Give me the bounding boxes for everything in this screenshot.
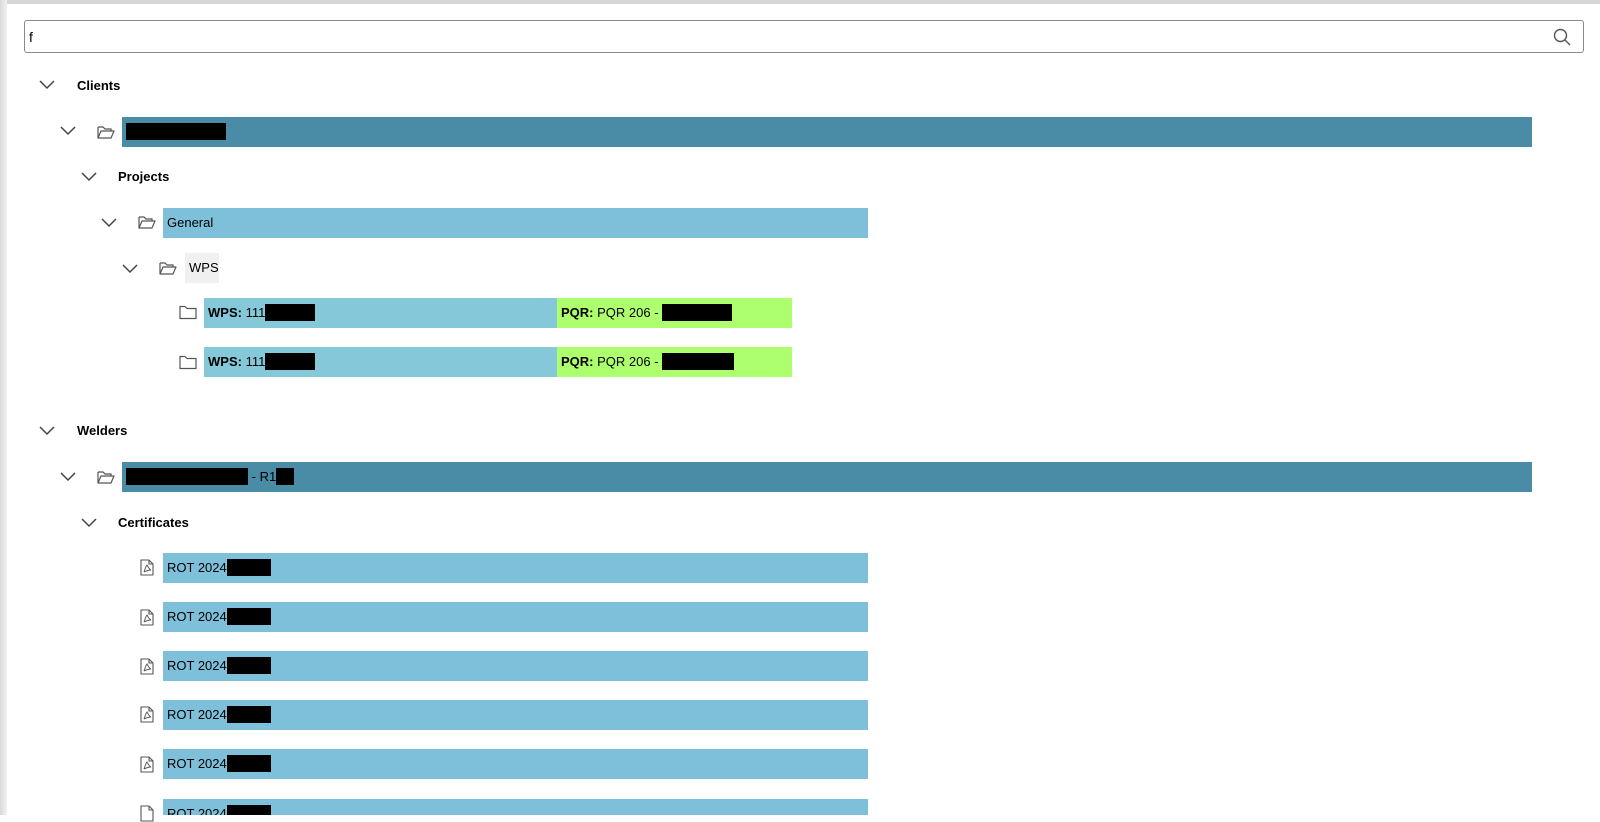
redacted-client-name: [126, 123, 226, 141]
pqr-item-row[interactable]: PQR: PQR 206 -: [557, 298, 792, 328]
chevron-down-icon[interactable]: [60, 472, 76, 482]
section-projects: Projects: [118, 169, 170, 184]
section-certificates: Certificates: [118, 515, 189, 530]
redacted-certificate-id: [226, 608, 271, 626]
redacted-certificate-id: [226, 805, 271, 815]
redacted-welder-name: [126, 468, 248, 486]
folder-icon: [179, 355, 197, 370]
redacted-wps-number: [265, 304, 316, 322]
search-box[interactable]: [24, 20, 1584, 53]
redacted-certificate-id: [226, 559, 271, 577]
pdf-file-icon: [140, 805, 154, 822]
pdf-file-icon: [140, 756, 154, 773]
redacted-certificate-id: [226, 755, 271, 773]
redacted-welder-id: [276, 468, 295, 486]
certificate-row[interactable]: ROT 2024: [163, 651, 868, 681]
redacted-pqr-name: [662, 304, 733, 322]
project-general-row[interactable]: General: [163, 208, 868, 238]
folder-open-icon: [138, 216, 156, 229]
certificate-row[interactable]: ROT 2024: [163, 749, 868, 779]
wps-folder-row[interactable]: WPS: [185, 253, 219, 283]
chevron-down-icon[interactable]: [81, 172, 97, 182]
chevron-down-icon[interactable]: [39, 426, 55, 436]
certificate-row[interactable]: ROT 2024: [163, 700, 868, 730]
pdf-file-icon: [140, 658, 154, 675]
redacted-certificate-id: [226, 706, 271, 724]
window-top-edge: [0, 0, 1600, 4]
search-icon[interactable]: [1553, 28, 1571, 46]
pdf-file-icon: [140, 706, 154, 723]
folder-open-icon: [97, 471, 115, 484]
pdf-file-icon: [140, 559, 154, 576]
search-input[interactable]: [29, 21, 1529, 52]
section-clients: Clients: [77, 78, 121, 93]
window-left-edge: [0, 0, 7, 815]
certificate-row[interactable]: ROT 2024: [163, 799, 868, 815]
welder-row[interactable]: - R1: [122, 462, 1532, 492]
pdf-file-icon: [140, 609, 154, 626]
folder-icon: [179, 305, 197, 320]
pqr-item-row[interactable]: PQR: PQR 206 -: [557, 347, 792, 377]
chevron-down-icon[interactable]: [81, 518, 97, 528]
chevron-down-icon[interactable]: [60, 126, 76, 136]
certificate-row[interactable]: ROT 2024: [163, 553, 868, 583]
redacted-certificate-id: [226, 657, 271, 675]
certificate-row[interactable]: ROT 2024: [163, 602, 868, 632]
wps-item-row[interactable]: WPS: 111: [204, 347, 557, 377]
chevron-down-icon[interactable]: [39, 80, 55, 90]
client-row[interactable]: [122, 117, 1532, 147]
folder-open-icon: [97, 126, 115, 139]
redacted-wps-number: [265, 353, 316, 371]
section-welders: Welders: [77, 423, 128, 438]
folder-open-icon: [159, 262, 177, 275]
chevron-down-icon[interactable]: [101, 218, 117, 228]
wps-item-row[interactable]: WPS: 111: [204, 298, 557, 328]
redacted-pqr-name: [662, 353, 735, 371]
chevron-down-icon[interactable]: [122, 264, 138, 274]
